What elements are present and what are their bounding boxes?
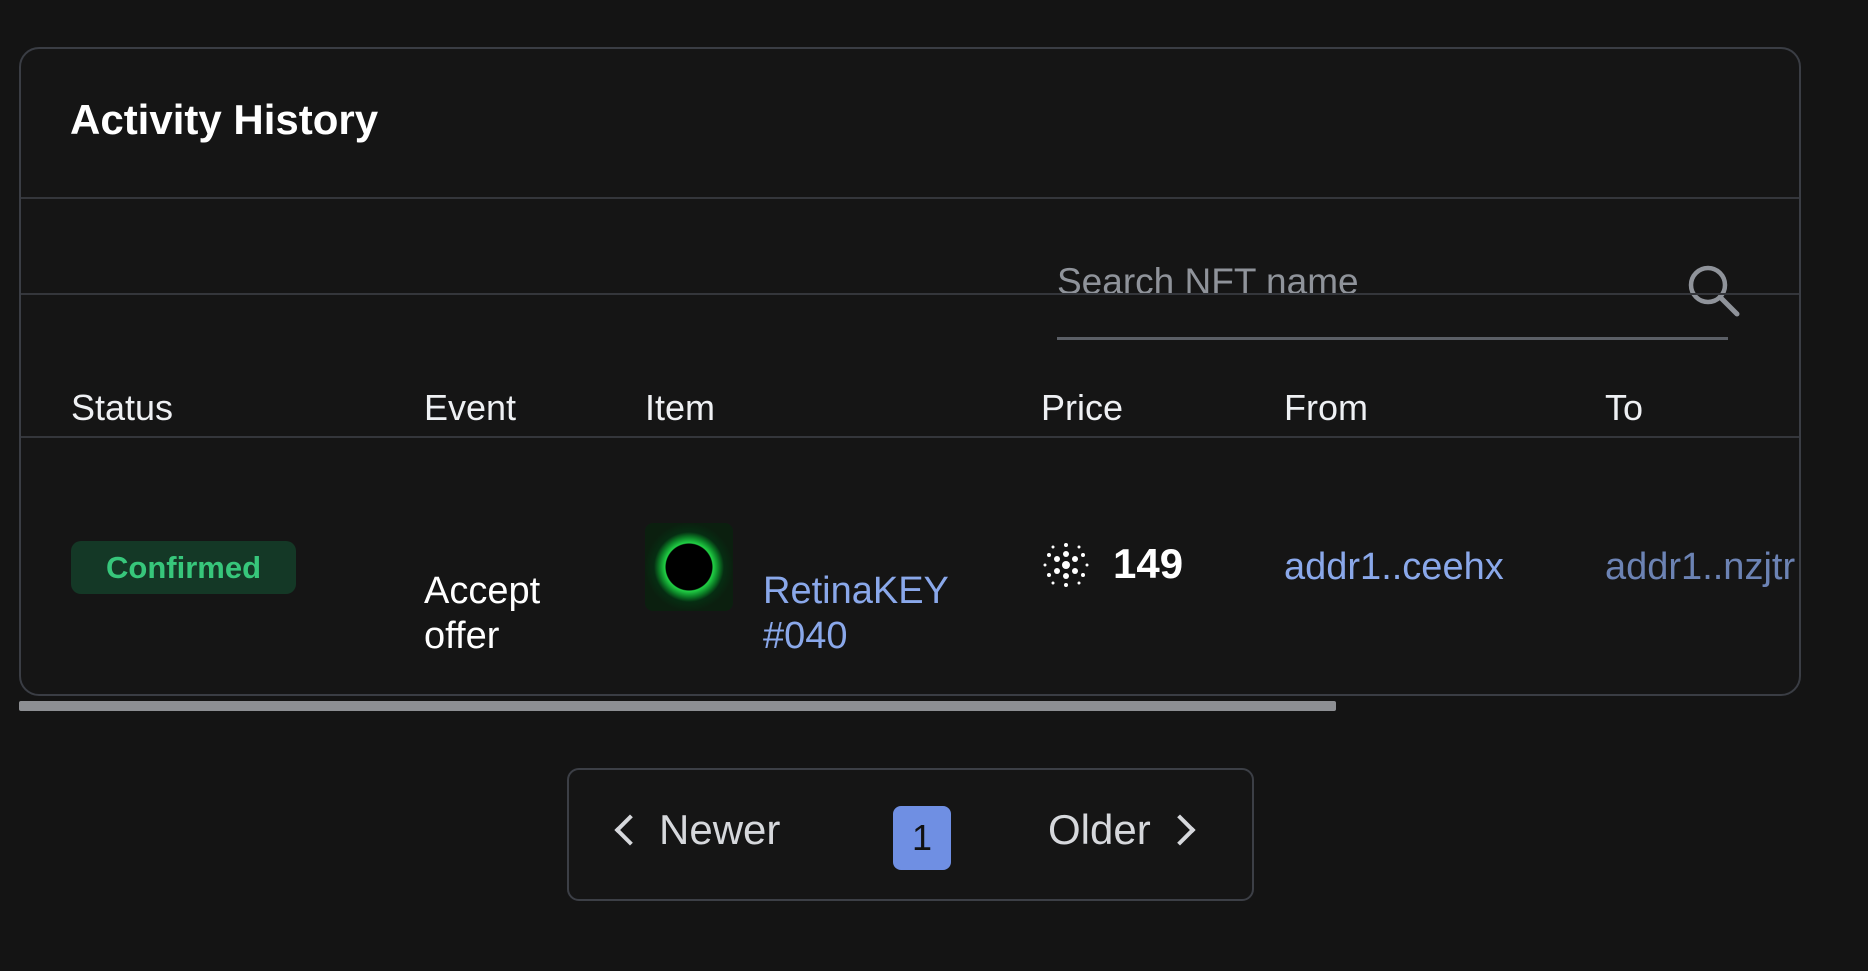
column-header-event: Event	[424, 387, 517, 428]
search-bar	[1057, 209, 1740, 341]
current-page-button[interactable]: 1	[893, 806, 951, 870]
event-cell: Accept offer	[424, 570, 541, 657]
nft-thumbnail[interactable]	[645, 523, 733, 611]
older-button[interactable]: Older	[1048, 806, 1196, 854]
toolbar-divider	[21, 293, 1799, 295]
column-header-from: From	[1284, 387, 1368, 428]
status-badge: Confirmed	[71, 541, 296, 594]
search-underline	[1057, 337, 1728, 340]
cardano-icon	[1043, 543, 1089, 587]
to-address-link[interactable]: addr1..nzjtr	[1605, 546, 1795, 589]
horizontal-scrollbar[interactable]	[19, 701, 1799, 711]
column-header-status: Status	[71, 387, 174, 428]
nft-item-link[interactable]: RetinaKEY #040	[763, 569, 963, 659]
newer-button[interactable]: Newer	[614, 806, 781, 854]
older-label: Older	[1048, 806, 1151, 853]
page-title: Activity History	[70, 96, 379, 143]
chevron-right-icon	[1164, 814, 1196, 846]
newer-label: Newer	[659, 806, 781, 853]
header-divider	[21, 197, 1799, 199]
activity-history-card: Activity History Status Event Item Price…	[19, 47, 1801, 696]
pagination: Newer 1 Older	[567, 768, 1254, 901]
scrollbar-thumb[interactable]	[19, 701, 1336, 711]
column-header-item: Item	[645, 387, 716, 428]
chevron-left-icon	[614, 814, 646, 846]
column-header-to: To	[1605, 387, 1644, 428]
column-header-price: Price	[1041, 387, 1124, 428]
table-header-divider	[21, 436, 1799, 438]
from-address-link[interactable]: addr1..ceehx	[1284, 546, 1504, 589]
search-input[interactable]	[1057, 257, 1657, 307]
search-icon[interactable]	[1684, 261, 1742, 319]
price-value: 149	[1113, 540, 1184, 587]
